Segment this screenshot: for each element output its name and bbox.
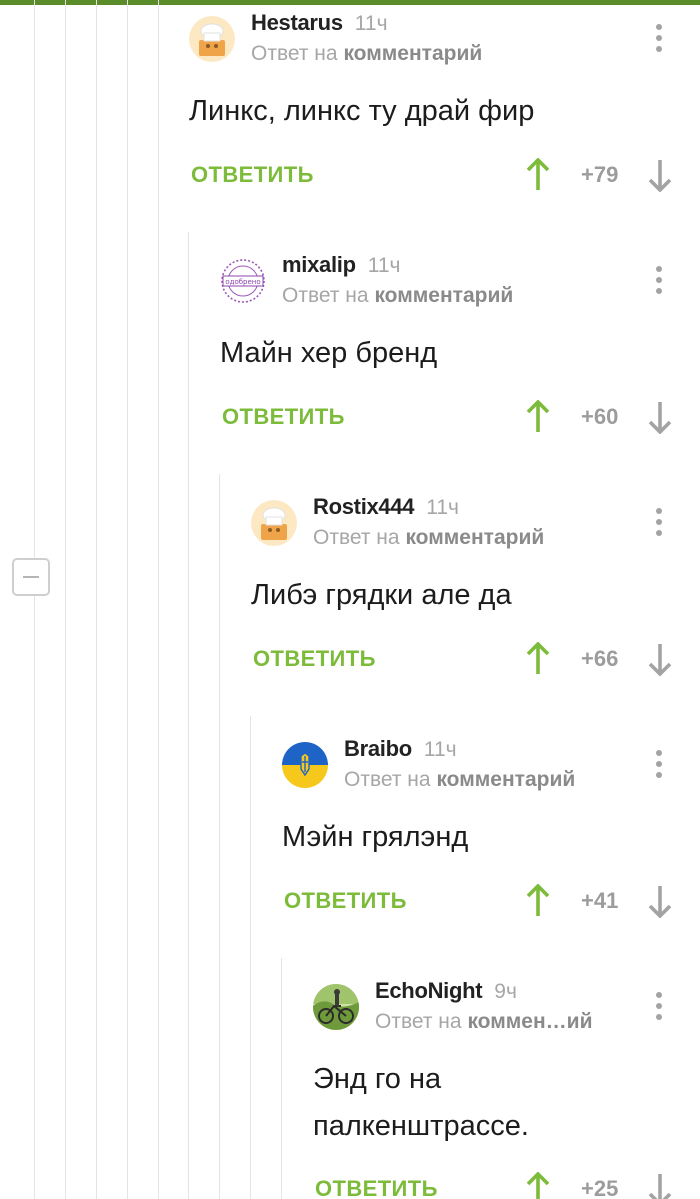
- reply-prefix: Ответ на: [313, 526, 400, 549]
- thread-line: [65, 0, 66, 1199]
- thread-line: [96, 0, 97, 1199]
- comment-header: Braibo 11ч Ответ на комментарий: [282, 736, 680, 796]
- reply-to-link[interactable]: Ответ на коммен…ий: [375, 1010, 592, 1034]
- chef-avatar[interactable]: [189, 16, 235, 62]
- upvote-arrow-icon[interactable]: [525, 1171, 551, 1199]
- reply-button[interactable]: ОТВЕТИТЬ: [253, 646, 376, 672]
- thread-line: [281, 958, 282, 1199]
- comment: одобрено mixalip 11ч Ответ на комментарий…: [220, 252, 680, 462]
- comment-text-line: Энд го на: [313, 1063, 442, 1095]
- thread-line: [250, 716, 251, 1199]
- reply-button[interactable]: ОТВЕТИТЬ: [284, 888, 407, 914]
- rating-value: +79: [581, 162, 619, 187]
- comment-author-link[interactable]: Rostix444 11ч: [313, 494, 459, 520]
- reply-prefix: Ответ на: [375, 1010, 462, 1033]
- author-name[interactable]: EchoNight: [375, 978, 483, 1003]
- reply-target[interactable]: комментарий: [374, 284, 513, 307]
- reply-target[interactable]: комментарий: [405, 526, 544, 549]
- upvote-arrow-icon[interactable]: [525, 883, 551, 923]
- rating-value: +41: [581, 888, 619, 913]
- rating-value: +25: [581, 1176, 619, 1199]
- comment-author-link[interactable]: EchoNight 9ч: [375, 978, 517, 1004]
- reply-to-link[interactable]: Ответ на комментарий: [251, 42, 482, 66]
- comment-time: 11ч: [354, 12, 388, 35]
- rating-value: +60: [581, 404, 619, 429]
- thread-line: [188, 232, 189, 1199]
- downvote-arrow-icon[interactable]: [647, 158, 673, 197]
- comment-header: EchoNight 9ч Ответ на коммен…ий: [313, 978, 680, 1038]
- reply-prefix: Ответ на: [344, 768, 431, 791]
- reply-target[interactable]: комментарий: [436, 768, 575, 791]
- thread-line: [34, 0, 35, 1199]
- reply-button[interactable]: ОТВЕТИТЬ: [222, 404, 345, 430]
- downvote-arrow-icon[interactable]: [647, 884, 673, 923]
- upvote-arrow-icon[interactable]: [525, 157, 551, 197]
- comment-actions: ОТВЕТИТЬ +41: [284, 883, 680, 928]
- reply-target[interactable]: комментарий: [343, 42, 482, 65]
- comment-text: Мэйн грялэнд: [282, 821, 469, 853]
- comment-text-line: палкенштрассе.: [313, 1110, 529, 1142]
- comment-time: 11ч: [367, 254, 401, 277]
- collapse-thread-button[interactable]: [12, 558, 50, 596]
- comment-text: Энд го на палкенштрассе.: [313, 1056, 529, 1150]
- reply-to-link[interactable]: Ответ на комментарий: [313, 526, 544, 550]
- downvote-arrow-icon[interactable]: [647, 1172, 673, 1199]
- more-options-icon[interactable]: [656, 266, 662, 294]
- thread-line: [127, 0, 128, 1199]
- comment-actions: ОТВЕТИТЬ +25: [315, 1171, 680, 1199]
- downvote-arrow-icon[interactable]: [647, 642, 673, 681]
- reply-prefix: Ответ на: [251, 42, 338, 65]
- chef-avatar[interactable]: [251, 500, 297, 546]
- more-options-icon[interactable]: [656, 24, 662, 52]
- comment-author-link[interactable]: Braibo 11ч: [344, 736, 457, 762]
- comment: Hestarus 11ч Ответ на комментарий Линкс, …: [189, 10, 679, 220]
- upvote-arrow-icon[interactable]: [525, 641, 551, 681]
- comment-text: Либэ грядки але да: [251, 579, 512, 611]
- comment-time: 9ч: [494, 980, 517, 1003]
- reply-button[interactable]: ОТВЕТИТЬ: [191, 162, 314, 188]
- stamp-avatar[interactable]: одобрено: [220, 258, 266, 304]
- stamp-avatar-text: одобрено: [225, 278, 260, 286]
- reply-target[interactable]: коммен…ий: [467, 1010, 592, 1033]
- top-bar: [0, 0, 700, 5]
- reply-to-link[interactable]: Ответ на комментарий: [282, 284, 513, 308]
- comment: EchoNight 9ч Ответ на коммен…ий Энд го на…: [313, 978, 680, 1199]
- comment-header: Hestarus 11ч Ответ на комментарий: [189, 10, 679, 70]
- comment-actions: ОТВЕТИТЬ +66: [253, 641, 680, 686]
- thread-line: [219, 474, 220, 1199]
- comment-author-link[interactable]: mixalip 11ч: [282, 252, 400, 278]
- cyclist-photo-avatar[interactable]: [313, 984, 359, 1030]
- comment-header: Rostix444 11ч Ответ на комментарий: [251, 494, 680, 554]
- comment: Braibo 11ч Ответ на комментарий Мэйн грял…: [282, 736, 680, 946]
- rating-value: +66: [581, 646, 619, 671]
- ukraine-flag-avatar[interactable]: [282, 742, 328, 788]
- comment: Rostix444 11ч Ответ на комментарий Либэ г…: [251, 494, 680, 704]
- downvote-arrow-icon[interactable]: [647, 400, 673, 439]
- comment-time: 11ч: [426, 496, 459, 519]
- comment-actions: ОТВЕТИТЬ +60: [222, 399, 680, 444]
- more-options-icon[interactable]: [656, 750, 662, 778]
- comment-text: Линкс, линкс ту драй фир: [189, 95, 535, 127]
- author-name[interactable]: Rostix444: [313, 494, 415, 519]
- reply-prefix: Ответ на: [282, 284, 369, 307]
- author-name[interactable]: Braibo: [344, 736, 412, 761]
- more-options-icon[interactable]: [656, 508, 662, 536]
- comment-time: 11ч: [423, 738, 457, 761]
- reply-button[interactable]: ОТВЕТИТЬ: [315, 1176, 438, 1199]
- comment-actions: ОТВЕТИТЬ +79: [191, 157, 679, 202]
- comment-author-link[interactable]: Hestarus 11ч: [251, 10, 388, 36]
- comment-header: одобрено mixalip 11ч Ответ на комментарий: [220, 252, 680, 312]
- reply-to-link[interactable]: Ответ на комментарий: [344, 768, 575, 792]
- author-name[interactable]: mixalip: [282, 252, 356, 277]
- thread-line: [158, 0, 159, 1199]
- comment-text: Майн хер бренд: [220, 337, 438, 369]
- more-options-icon[interactable]: [656, 992, 662, 1020]
- author-name[interactable]: Hestarus: [251, 10, 343, 35]
- upvote-arrow-icon[interactable]: [525, 399, 551, 439]
